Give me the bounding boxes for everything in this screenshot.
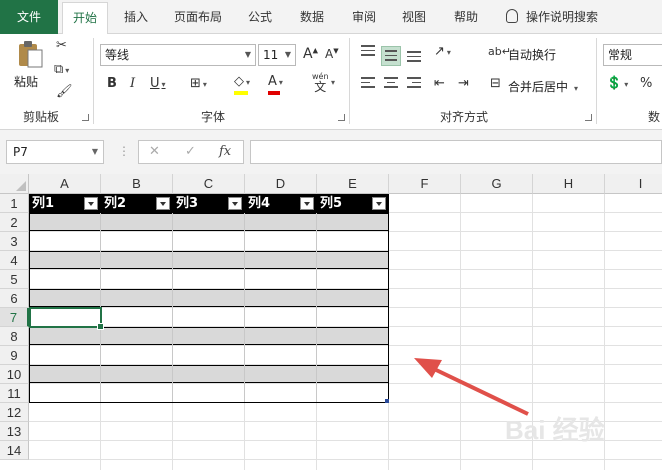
- italic-button[interactable]: I: [130, 76, 135, 91]
- font-color-icon: A: [268, 74, 277, 89]
- increase-indent-icon[interactable]: ⇥: [458, 76, 469, 91]
- align-right-button[interactable]: [404, 74, 424, 94]
- font-name-value: 等线: [105, 48, 130, 62]
- divider: [596, 38, 597, 124]
- tab-insert[interactable]: 插入: [116, 6, 156, 28]
- paste-icon: [19, 41, 43, 68]
- shrink-font-button[interactable]: A▼: [325, 47, 339, 61]
- grow-font-button[interactable]: A▲: [303, 46, 318, 62]
- font-size-select[interactable]: 11 ▼: [258, 44, 296, 66]
- ribbon-tab-bar: 文件 开始 插入 页面布局 公式 数据 审阅 视图 帮助 操作说明搜索: [0, 0, 662, 34]
- tab-home[interactable]: 开始: [62, 2, 108, 34]
- align-top-button[interactable]: [358, 42, 378, 62]
- number-format-value: 常规: [608, 48, 633, 62]
- tell-me-search[interactable]: 操作说明搜索: [506, 6, 598, 28]
- tab-data[interactable]: 数据: [292, 6, 332, 28]
- tab-page-layout[interactable]: 页面布局: [166, 6, 230, 28]
- tab-formulas[interactable]: 公式: [240, 6, 280, 28]
- tell-me-label: 操作说明搜索: [526, 10, 599, 24]
- name-box-value: P7: [13, 145, 28, 159]
- chevron-down-icon[interactable]: ▾: [331, 78, 335, 87]
- fill-color-button[interactable]: ◇ ▾: [234, 74, 250, 95]
- decrease-indent-icon[interactable]: ⇤: [434, 76, 445, 91]
- underline-button[interactable]: U ▾: [150, 76, 166, 91]
- ribbon-home: 粘贴 ✂ ⧉ ▾ 🖌 剪贴板 等线 ▼ 11 ▼ A▲ A▼ B I U ▾ ⊞ ▾ ◇ ▾…: [0, 34, 662, 130]
- align-center-button[interactable]: [381, 74, 401, 94]
- tab-review[interactable]: 审阅: [344, 6, 384, 28]
- number-format-select[interactable]: 常规: [603, 44, 662, 66]
- chevron-down-icon: ▼: [91, 147, 98, 156]
- formula-buttons: ✕ ✓ fx: [138, 140, 244, 164]
- merge-center-label[interactable]: 合并后居中 ▾: [508, 78, 578, 95]
- name-box[interactable]: P7 ▼: [6, 140, 104, 164]
- more-dots-icon[interactable]: ⋮: [118, 144, 130, 158]
- currency-icon[interactable]: 💲 ▾: [606, 76, 628, 91]
- align-middle-button[interactable]: [381, 46, 401, 66]
- cancel-icon[interactable]: ✕: [149, 144, 160, 159]
- bold-button[interactable]: B: [107, 76, 117, 91]
- alignment-group-label: 对齐方式: [439, 110, 488, 124]
- tab-view[interactable]: 视图: [394, 6, 434, 28]
- copy-icon[interactable]: ⧉ ▾: [54, 62, 69, 77]
- divider: [93, 38, 94, 124]
- orientation-button[interactable]: ↗ ▾: [434, 44, 451, 59]
- watermark: Bai 经验: [505, 415, 605, 445]
- clipboard-group-label: 剪贴板: [22, 110, 59, 124]
- wrap-text-label[interactable]: 自动换行: [508, 46, 556, 63]
- chevron-down-icon: ▼: [244, 50, 251, 59]
- font-color-button[interactable]: A ▾: [268, 74, 283, 95]
- divider: [349, 38, 350, 124]
- lightbulb-icon: [506, 9, 518, 23]
- number-group-label: 数: [648, 110, 661, 124]
- tab-help[interactable]: 帮助: [446, 6, 486, 28]
- font-size-value: 11: [263, 48, 279, 62]
- enter-icon[interactable]: ✓: [185, 144, 196, 159]
- formula-bar: P7 ▼ ⋮ ✕ ✓ fx: [0, 130, 662, 174]
- alignment-dialog-launcher-icon[interactable]: [585, 114, 592, 121]
- font-group-label: 字体: [200, 110, 225, 124]
- font-name-select[interactable]: 等线 ▼: [100, 44, 256, 66]
- clipboard-dialog-launcher-icon[interactable]: [82, 114, 89, 121]
- percent-button[interactable]: %: [640, 76, 652, 91]
- chevron-down-icon: ▼: [284, 50, 291, 59]
- paste-label: 粘贴: [14, 75, 39, 89]
- merge-center-icon[interactable]: ⊟: [490, 76, 501, 91]
- align-left-button[interactable]: [358, 74, 378, 94]
- font-dialog-launcher-icon[interactable]: [338, 114, 345, 121]
- paste-button[interactable]: 粘贴: [12, 40, 48, 94]
- format-painter-icon[interactable]: 🖌: [56, 84, 73, 99]
- align-bottom-button[interactable]: [404, 48, 424, 68]
- borders-button[interactable]: ⊞ ▾: [190, 76, 207, 91]
- formula-input[interactable]: [250, 140, 662, 164]
- insert-function-button[interactable]: fx: [219, 144, 231, 159]
- cut-icon[interactable]: ✂: [56, 38, 67, 53]
- tab-file[interactable]: 文件: [0, 0, 58, 34]
- fill-bucket-icon: ◇: [234, 74, 244, 89]
- phonetic-guide-button[interactable]: wén 文: [312, 72, 329, 93]
